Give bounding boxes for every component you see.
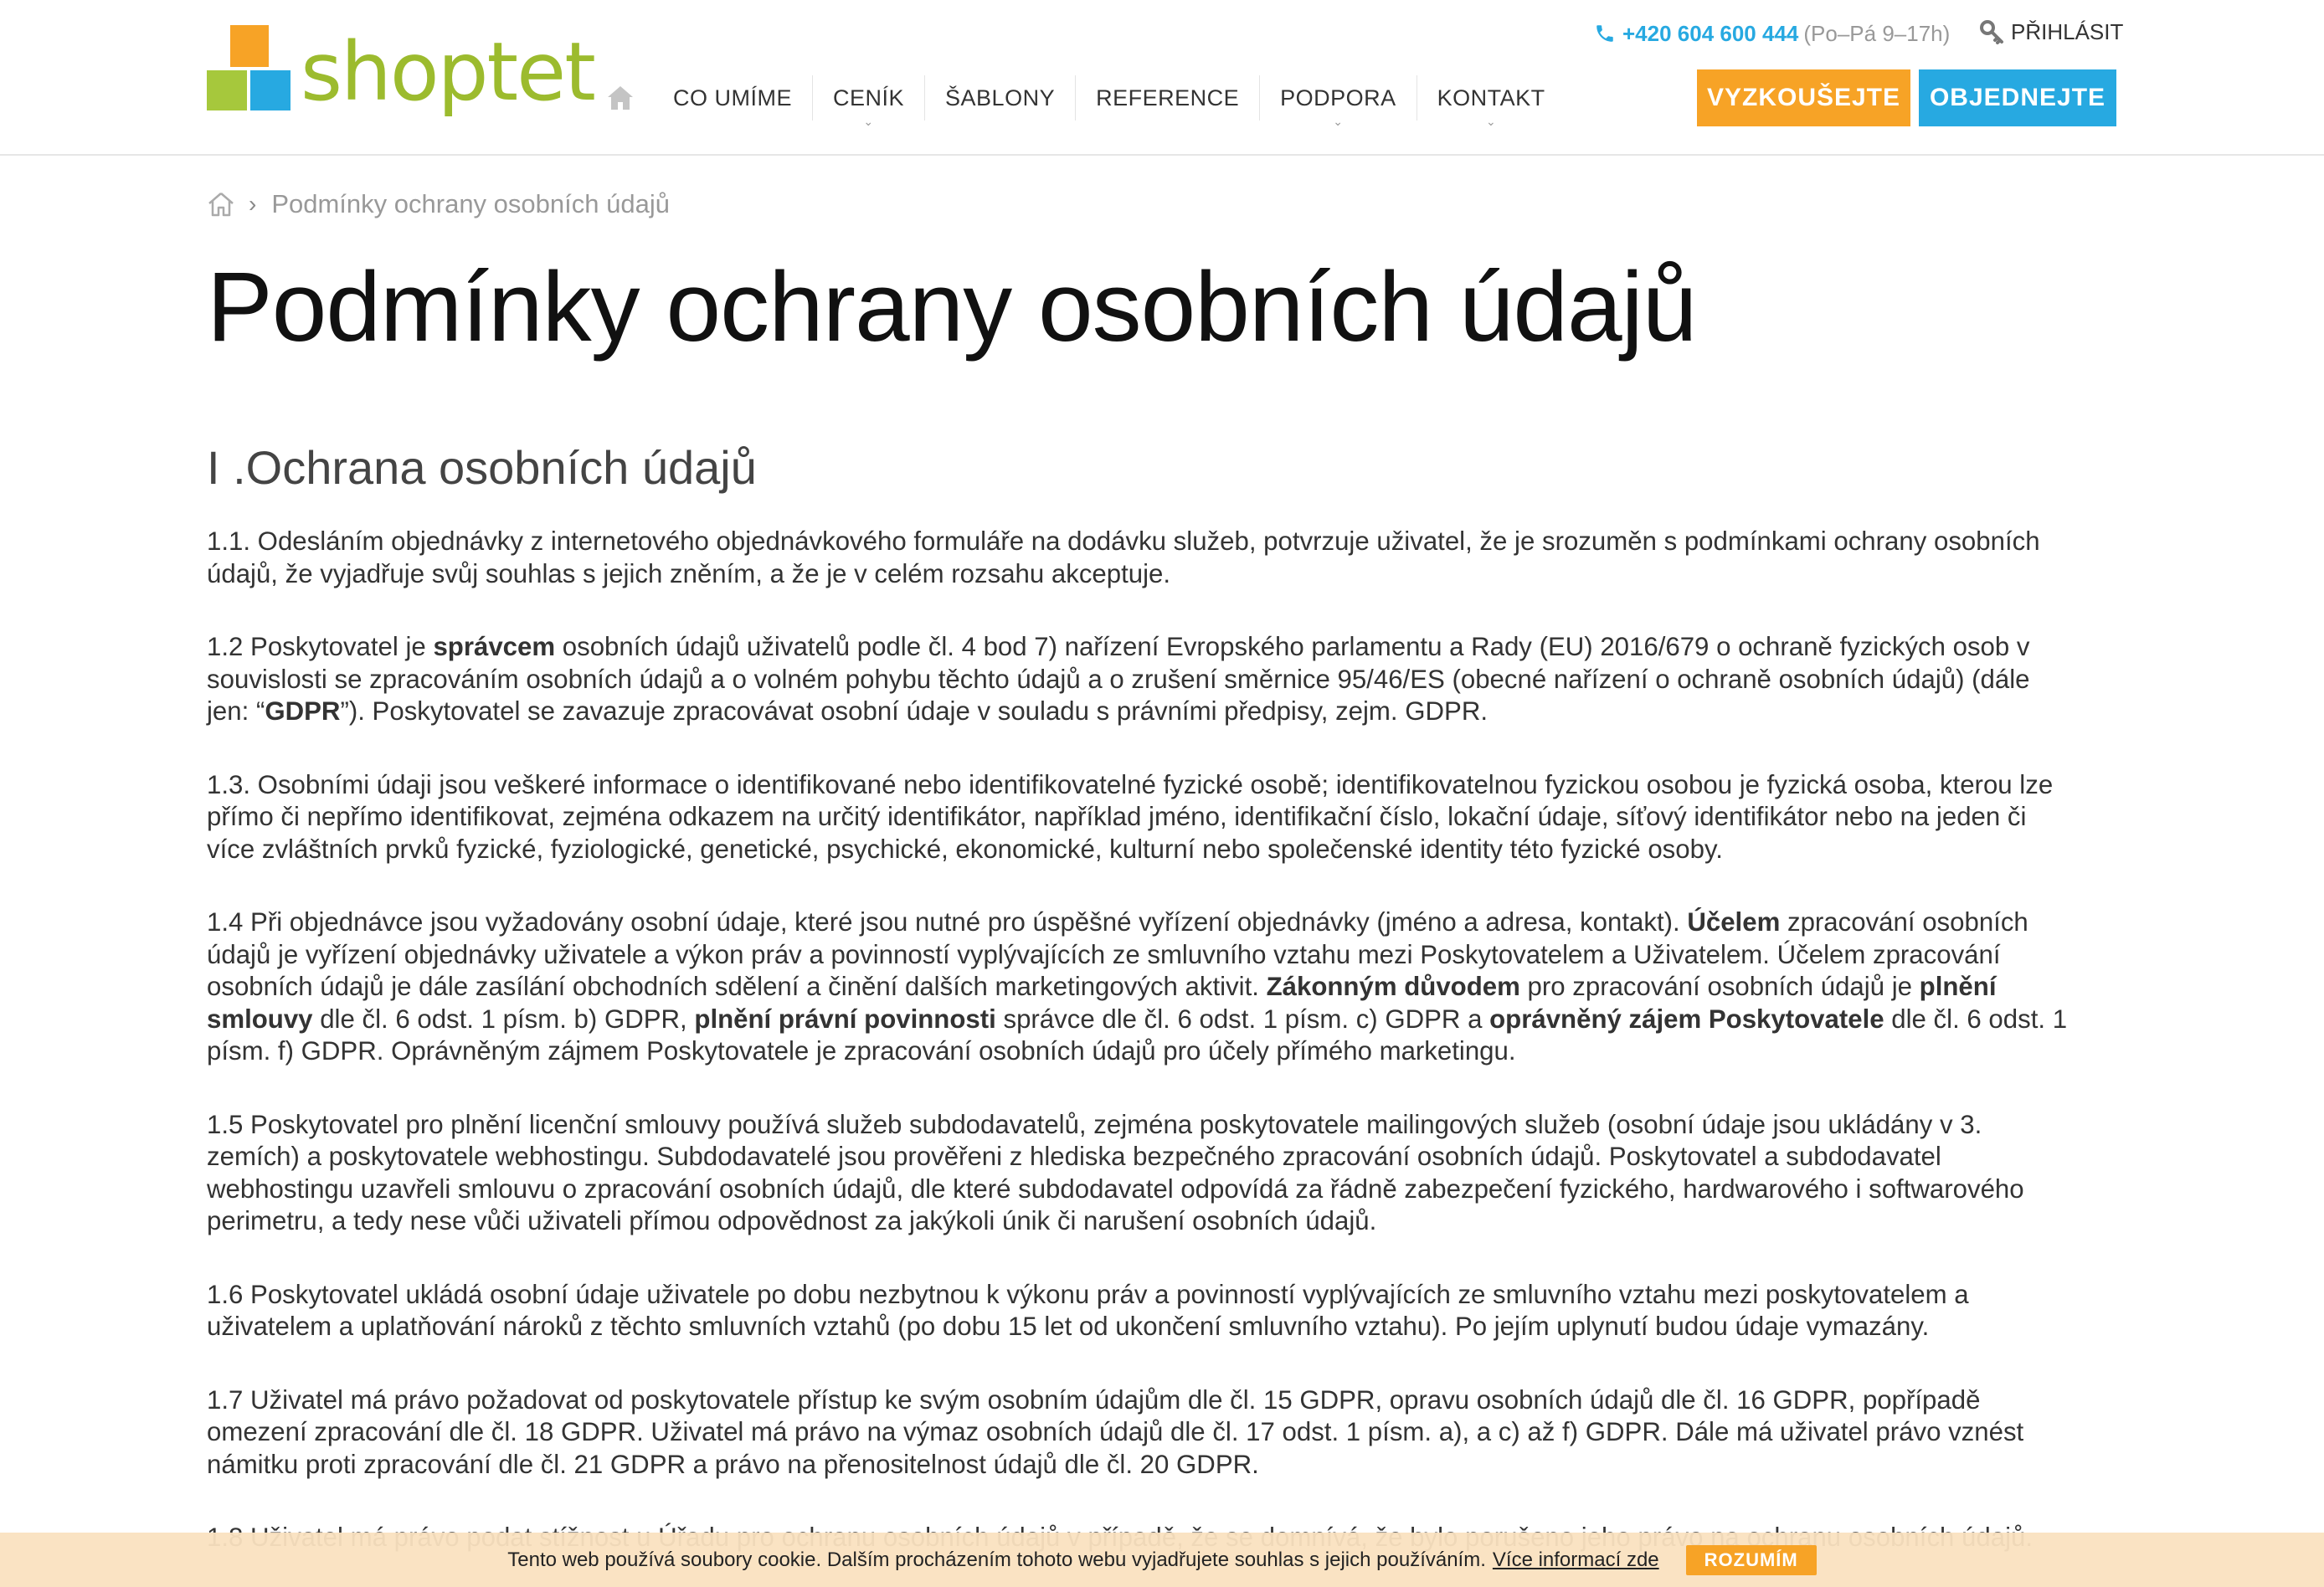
paragraph-text: 1.1. Odesláním objednávky z internetovéh… [207, 526, 2040, 588]
paragraph-text: pro zpracování osobních údajů je [1519, 972, 1920, 1001]
chevron-down-icon: ⌄ [1486, 115, 1497, 128]
order-button[interactable]: OBJEDNEJTE [1919, 69, 2116, 126]
breadcrumb-current: Podmínky ochrany osobních údajů [271, 189, 670, 218]
phone-icon [1596, 25, 1613, 42]
policy-paragraph: 1.5 Poskytovatel pro plnění licenční sml… [207, 1109, 2120, 1238]
site-header: shoptet CO UMÍME CENÍK ⌄ ŠABLONY REFERENCE PO… [0, 0, 2324, 156]
paragraph-text: 1.5 Poskytovatel pro plnění licenční sml… [207, 1109, 2024, 1236]
policy-paragraph: 1.7 Uživatel má právo požadovat od posky… [207, 1384, 2120, 1482]
emphasis-text: správcem [433, 632, 556, 661]
nav-item-label: REFERENCE [1096, 85, 1240, 110]
emphasis-text: plnění právní povinnosti [694, 1004, 996, 1034]
login-label: PŘIHLÁSIT [2011, 18, 2124, 44]
logo-square-blue [250, 70, 290, 110]
cookie-bar: Tento web používá soubory cookie. Dalším… [0, 1533, 2324, 1587]
main-nav: CO UMÍME CENÍK ⌄ ŠABLONY REFERENCE PODPORA ⌄ KO… [598, 75, 1566, 127]
breadcrumb-separator: › [249, 191, 257, 217]
policy-paragraph: 1.1. Odesláním objednávky z internetovéh… [207, 526, 2120, 590]
contact-phone[interactable]: +420 604 600 444 (Po–Pá 9–17h) [1594, 18, 1950, 49]
cookie-text: Tento web používá soubory cookie. Dalším… [507, 1548, 1486, 1571]
nav-item-label: PODPORA [1280, 85, 1396, 110]
nav-item-ceník[interactable]: CENÍK ⌄ [812, 75, 924, 127]
paragraph-text: 1.3. Osobními údaji jsou veškeré informa… [207, 769, 2054, 864]
paragraph-text: 1.7 Uživatel má právo požadovat od posky… [207, 1384, 2024, 1479]
cookie-accept-button[interactable]: ROZUMÍM [1685, 1544, 1817, 1575]
nav-home-link[interactable] [598, 76, 643, 120]
login-link[interactable]: PŘIHLÁSIT [1979, 17, 2123, 47]
paragraph-text: správce dle čl. 6 odst. 1 písm. c) GDPR … [995, 1004, 1490, 1034]
emphasis-text: GDPR [265, 696, 341, 726]
phone-number[interactable]: +420 604 600 444 [1622, 21, 1798, 47]
shoptet-logo[interactable]: shoptet [207, 25, 596, 129]
logo-square-green [207, 70, 247, 110]
emphasis-text: oprávněný zájem Poskytovatele [1489, 1004, 1884, 1034]
paragraph-text: 1.4 Při objednávce jsou vyžadovány osobn… [207, 907, 1688, 937]
chevron-down-icon: ⌄ [1333, 115, 1344, 128]
nav-item-kontakt[interactable]: KONTAKT ⌄ [1416, 75, 1566, 127]
emphasis-text: Účelem [1687, 907, 1781, 937]
breadcrumb: › Podmínky ochrany osobních údajů [207, 186, 670, 223]
nav-items: CO UMÍME CENÍK ⌄ ŠABLONY REFERENCE PODPORA ⌄ KO… [653, 75, 1566, 127]
home-icon[interactable] [207, 191, 235, 218]
support-hours: (Po–Pá 9–17h) [1803, 20, 1951, 46]
try-button[interactable]: VYZKOUŠEJTE [1697, 69, 1910, 126]
home-icon [608, 86, 633, 110]
policy-paragraph: 1.2 Poskytovatel je správcem osobních úd… [207, 631, 2120, 728]
nav-item-label: KONTAKT [1437, 85, 1545, 110]
cookie-more-link[interactable]: Více informací zde [1493, 1548, 1659, 1572]
nav-item-label: CO UMÍME [673, 85, 792, 110]
section-title: I .Ochrana osobních údajů [207, 441, 757, 494]
nav-item-reference[interactable]: REFERENCE [1075, 75, 1259, 121]
nav-item-podpora[interactable]: PODPORA ⌄ [1259, 75, 1417, 127]
emphasis-text: Zákonným důvodem [1266, 972, 1520, 1001]
policy-paragraph: 1.6 Poskytovatel ukládá osobní údaje uži… [207, 1279, 2120, 1343]
paragraph-text: dle čl. 6 odst. 1 písm. b) GDPR, [312, 1004, 695, 1034]
logo-square-orange [230, 25, 269, 67]
paragraph-text: ”). Poskytovatel se zavazuje zpracovávat… [340, 696, 1488, 726]
nav-item-label: ŠABLONY [945, 85, 1056, 110]
nav-item-label: CENÍK [833, 85, 905, 110]
nav-item-co-umíme[interactable]: CO UMÍME [653, 75, 812, 121]
policy-paragraph: 1.4 Při objednávce jsou vyžadovány osobn… [207, 906, 2120, 1068]
policy-paragraph: 1.3. Osobními údaji jsou veškeré informa… [207, 769, 2120, 866]
paragraph-text: 1.2 Poskytovatel je [207, 632, 434, 661]
chevron-down-icon: ⌄ [863, 115, 874, 128]
logo-wordmark: shoptet [301, 25, 596, 119]
policy-content: 1.1. Odesláním objednávky z internetovéh… [207, 526, 2120, 1587]
key-icon [1980, 20, 2003, 44]
paragraph-text: 1.6 Poskytovatel ukládá osobní údaje uži… [207, 1279, 1969, 1342]
page-title: Podmínky ochrany osobních údajů [207, 252, 1697, 362]
nav-item-šablony[interactable]: ŠABLONY [924, 75, 1075, 121]
